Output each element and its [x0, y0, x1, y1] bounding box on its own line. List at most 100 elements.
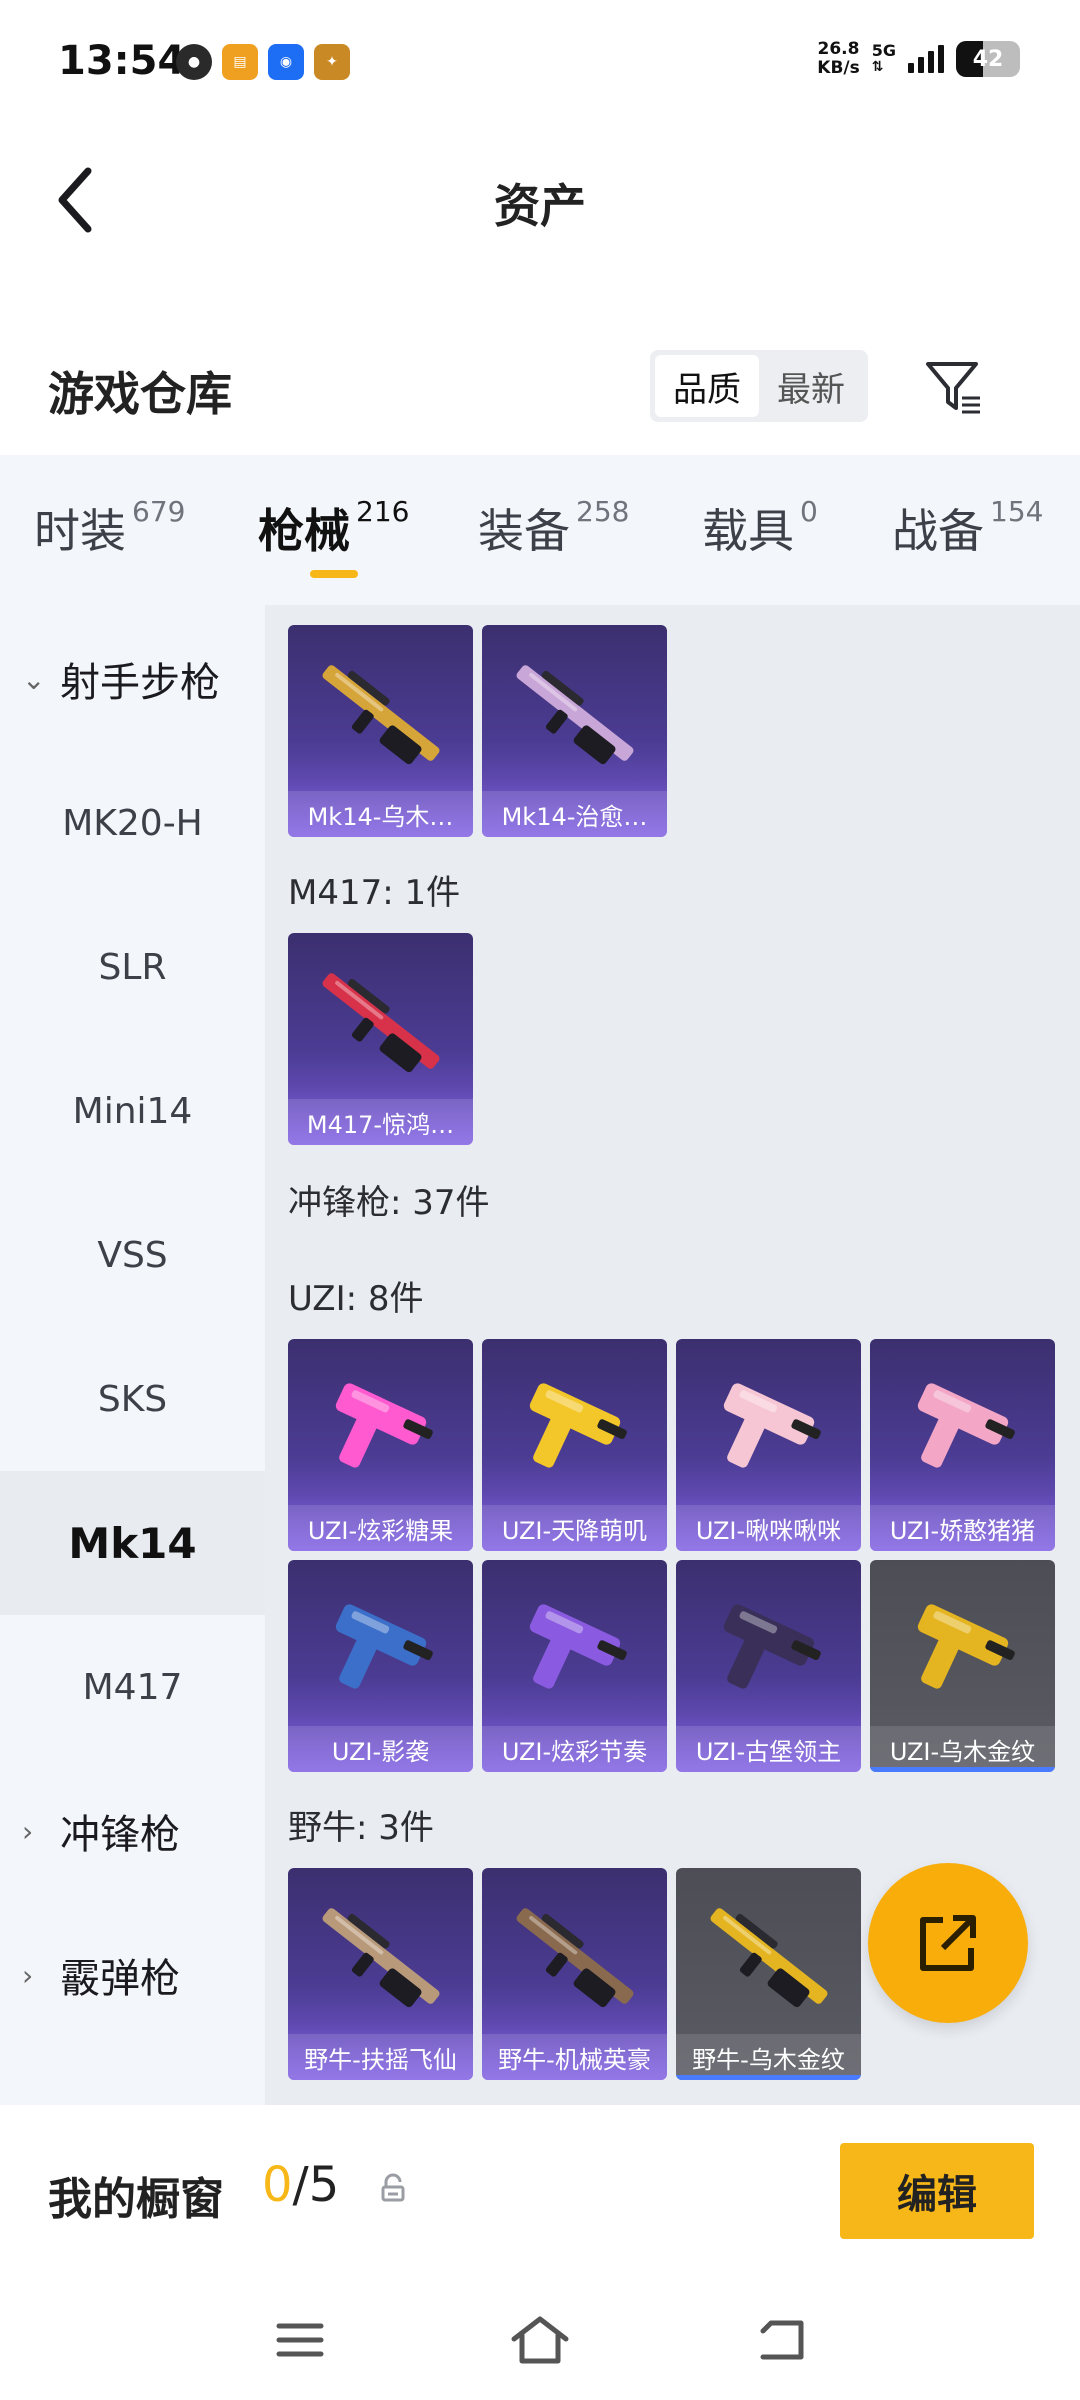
- sidebar-item-slr[interactable]: SLR: [0, 895, 265, 1039]
- rifle-icon: [322, 973, 440, 1073]
- showcase-label: 我的橱窗: [48, 2174, 224, 2225]
- tab-fashion[interactable]: 时装 679: [34, 495, 185, 561]
- item-name: Mk14-治愈…: [482, 791, 667, 837]
- sidebar-item-sks[interactable]: SKS: [0, 1327, 265, 1471]
- app-2-icon: ▤: [222, 44, 258, 80]
- signal-icon: [908, 45, 944, 73]
- menu-icon: [276, 2323, 324, 2357]
- home-button[interactable]: [500, 2310, 580, 2370]
- warehouse-header: 游戏仓库 品质 最新: [0, 330, 1080, 455]
- sidebar: ⌄ 射手步枪 MK20-H SLR Mini14 VSS SKS Mk14 M4…: [0, 605, 265, 2105]
- filter-button[interactable]: [918, 352, 990, 424]
- item-card[interactable]: Mk14-治愈…: [482, 625, 667, 837]
- warehouse-title: 游戏仓库: [48, 367, 232, 421]
- sort-newest-button[interactable]: 最新: [759, 355, 863, 417]
- smg-icon: [723, 1383, 821, 1468]
- item-name: UZI-古堡领主: [676, 1726, 861, 1772]
- item-card[interactable]: M417-惊鸿…: [288, 933, 473, 1145]
- item-name: UZI-娇憨猪猪: [870, 1505, 1055, 1551]
- showcase-count: 0/5: [262, 2157, 340, 2213]
- item-card[interactable]: 野牛-乌木金纹: [676, 1868, 861, 2080]
- home-icon: [511, 2316, 569, 2364]
- tab-firearms[interactable]: 枪械 216: [258, 495, 409, 561]
- item-name: 野牛-机械英豪: [482, 2034, 667, 2080]
- app-1-icon: ●: [176, 44, 212, 80]
- chevron-right-icon: ›: [22, 1814, 34, 1848]
- rifle-icon: [322, 1908, 440, 2008]
- filter-icon: [926, 362, 980, 414]
- app-3-icon: ◉: [268, 44, 304, 80]
- sidebar-item-mk20h[interactable]: MK20-H: [0, 751, 265, 895]
- rifle-icon: [710, 1908, 828, 2008]
- menu-button[interactable]: [260, 2310, 340, 2370]
- tab-vehicles[interactable]: 载具 0: [702, 495, 818, 561]
- chevron-right-icon: ›: [22, 1958, 34, 1992]
- return-icon: [760, 2320, 804, 2360]
- item-name: UZI-炫彩糖果: [288, 1505, 473, 1551]
- smg-icon: [917, 1383, 1015, 1468]
- section-label-bison: 野牛: 3件: [288, 1808, 434, 1848]
- status-indicators: 26.8 KB/s 5G ⇅ 42: [817, 40, 1020, 78]
- smg-icon: [529, 1383, 627, 1468]
- item-card[interactable]: UZI-乌木金纹: [870, 1560, 1055, 1772]
- rifle-icon: [516, 1908, 634, 2008]
- chevron-down-icon: ⌄: [22, 662, 46, 696]
- tab-supplies[interactable]: 战备 154: [892, 495, 1043, 561]
- sidebar-item-mini14[interactable]: Mini14: [0, 1039, 265, 1183]
- item-name: 野牛-扶摇飞仙: [288, 2034, 473, 2080]
- app-4-icon: ✦: [314, 44, 350, 80]
- smg-icon: [529, 1604, 627, 1689]
- edit-button[interactable]: 编辑: [840, 2143, 1034, 2239]
- sidebar-item-m417[interactable]: M417: [0, 1615, 265, 1759]
- mk14-row: Mk14-乌木… Mk14-治愈…: [288, 625, 667, 837]
- item-name: UZI-天降萌叽: [482, 1505, 667, 1551]
- card-bottom-bar: [870, 1767, 1055, 1772]
- sidebar-item-vss[interactable]: VSS: [0, 1183, 265, 1327]
- item-card[interactable]: UZI-炫彩糖果: [288, 1339, 473, 1551]
- active-tab-indicator: [310, 570, 358, 578]
- network-speed: 26.8 KB/s: [817, 39, 860, 78]
- item-name: UZI-影袭: [288, 1726, 473, 1772]
- smg-icon: [723, 1604, 821, 1689]
- item-name: Mk14-乌木…: [288, 791, 473, 837]
- status-time: 13:54: [58, 38, 186, 84]
- item-card[interactable]: UZI-影袭: [288, 1560, 473, 1772]
- return-button[interactable]: [742, 2310, 822, 2370]
- item-name: UZI-啾咪啾咪: [676, 1505, 861, 1551]
- smg-icon: [335, 1604, 433, 1689]
- category-tabs: 时装 679 枪械 216 装备 258 载具 0 战备 154: [0, 455, 1080, 605]
- sidebar-category-smg[interactable]: › 冲锋枪: [0, 1759, 265, 1903]
- sidebar-category-marksman[interactable]: ⌄ 射手步枪: [0, 607, 265, 751]
- top-nav: 资产: [0, 130, 1080, 270]
- item-card[interactable]: UZI-啾咪啾咪: [676, 1339, 861, 1551]
- uzi-row-1: UZI-炫彩糖果 UZI-天降萌叽 UZI-啾咪啾咪 UZI-娇憨猪猪: [288, 1339, 1055, 1551]
- item-card[interactable]: 野牛-扶摇飞仙: [288, 1868, 473, 2080]
- sort-toggle: 品质 最新: [650, 350, 868, 422]
- sidebar-category-shotgun[interactable]: › 霰弹枪: [0, 1903, 265, 2047]
- item-card[interactable]: UZI-炫彩节奏: [482, 1560, 667, 1772]
- section-label-uzi: UZI: 8件: [288, 1279, 424, 1319]
- uzi-row-2: UZI-影袭 UZI-炫彩节奏 UZI-古堡领主 UZI-乌木金纹: [288, 1560, 1055, 1772]
- item-name: UZI-乌木金纹: [870, 1726, 1055, 1772]
- network-type: 5G ⇅: [871, 41, 896, 75]
- item-card[interactable]: UZI-娇憨猪猪: [870, 1339, 1055, 1551]
- showcase-bar: 我的橱窗 0/5 编辑: [0, 2105, 1080, 2285]
- system-nav: [0, 2285, 1080, 2400]
- status-bar: 13:54 ● ▤ ◉ ✦ 26.8 KB/s 5G ⇅ 42: [0, 0, 1080, 130]
- item-card[interactable]: UZI-天降萌叽: [482, 1339, 667, 1551]
- sidebar-item-mk14[interactable]: Mk14: [0, 1471, 265, 1615]
- battery-icon: 42: [956, 41, 1020, 77]
- item-name: UZI-炫彩节奏: [482, 1726, 667, 1772]
- rifle-icon: [516, 665, 634, 765]
- m417-row: M417-惊鸿…: [288, 933, 473, 1145]
- item-card[interactable]: Mk14-乌木…: [288, 625, 473, 837]
- item-card[interactable]: 野牛-机械英豪: [482, 1868, 667, 2080]
- share-fab-button[interactable]: [868, 1863, 1028, 2023]
- bison-row: 野牛-扶摇飞仙 野牛-机械英豪 野牛-乌木金纹: [288, 1868, 861, 2080]
- item-name: M417-惊鸿…: [288, 1099, 473, 1145]
- item-card[interactable]: UZI-古堡领主: [676, 1560, 861, 1772]
- sort-quality-button[interactable]: 品质: [655, 355, 759, 417]
- item-name: 野牛-乌木金纹: [676, 2034, 861, 2080]
- tab-equipment[interactable]: 装备 258: [478, 495, 629, 561]
- section-label-m417: M417: 1件: [288, 873, 461, 913]
